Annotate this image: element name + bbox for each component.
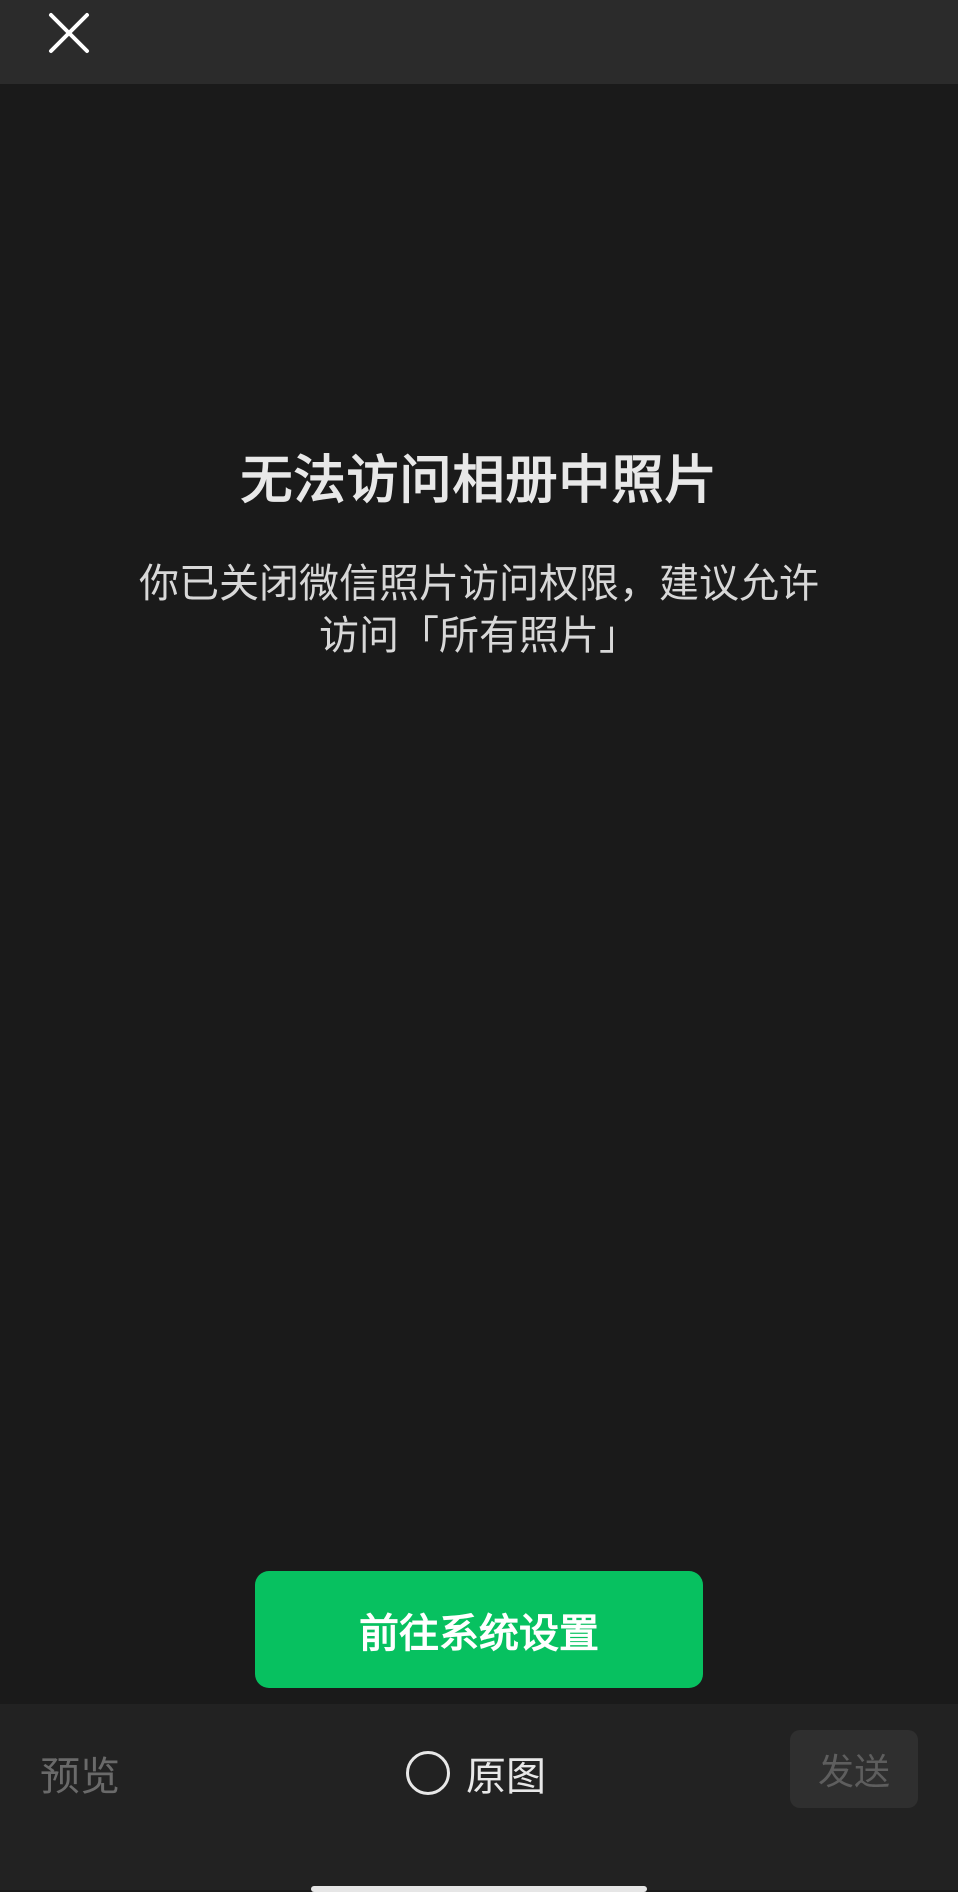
original-image-toggle[interactable]: 原图 bbox=[406, 1744, 546, 1802]
radio-circle-icon[interactable] bbox=[406, 1751, 450, 1795]
home-indicator bbox=[311, 1886, 647, 1892]
bottom-toolbar: 预览 原图 发送 bbox=[0, 1704, 958, 1892]
description-line-1: 你已关闭微信照片访问权限，建议允许 bbox=[139, 561, 819, 607]
page-title: 无法访问相册中照片 bbox=[240, 451, 718, 511]
description-line-2: 访问「所有照片」 bbox=[319, 613, 639, 659]
permission-message-area: 无法访问相册中照片 你已关闭微信照片访问权限，建议允许 访问「所有照片」 前往系… bbox=[0, 84, 958, 1704]
send-button[interactable]: 发送 bbox=[790, 1730, 918, 1808]
preview-button[interactable]: 预览 bbox=[40, 1744, 120, 1802]
original-image-label: 原图 bbox=[466, 1754, 546, 1800]
top-bar bbox=[0, 0, 958, 84]
open-settings-button[interactable]: 前往系统设置 bbox=[255, 1571, 703, 1688]
close-button[interactable] bbox=[42, 6, 96, 60]
permission-description: 你已关闭微信照片访问权限，建议允许 访问「所有照片」 bbox=[110, 558, 848, 662]
close-icon bbox=[49, 13, 89, 53]
